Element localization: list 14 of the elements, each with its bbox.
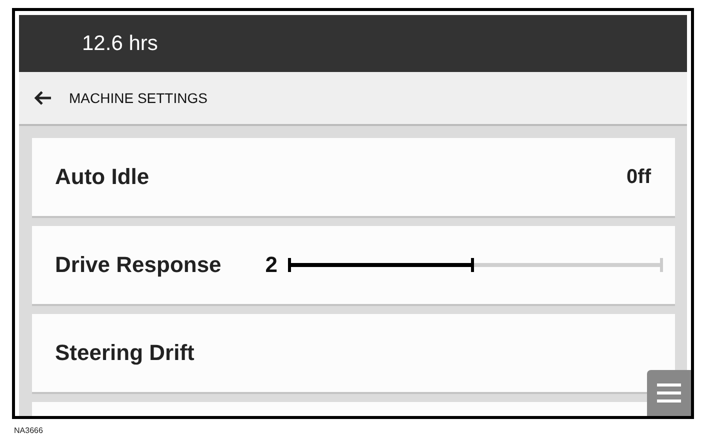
slider-reading: 2	[265, 252, 278, 278]
setting-value: 0ff	[626, 166, 651, 188]
setting-label: Drive Response	[55, 252, 222, 278]
hours-text: 12.6 hrs	[82, 32, 158, 56]
setting-row[interactable]: Steering Drift	[32, 314, 675, 394]
figure-label: NA3666	[14, 426, 44, 435]
setting-row[interactable]: Drive Response 2	[32, 226, 675, 306]
menu-button[interactable]	[647, 370, 691, 416]
menu-icon	[656, 382, 682, 404]
setting-row[interactable]: Auto Idle 0ff	[32, 138, 675, 218]
setting-label: Steering Drift	[55, 340, 194, 366]
setting-label: Auto Idle	[55, 164, 150, 190]
screen-title: MACHINE SETTINGS	[69, 90, 208, 106]
back-arrow-icon[interactable]	[33, 90, 53, 106]
